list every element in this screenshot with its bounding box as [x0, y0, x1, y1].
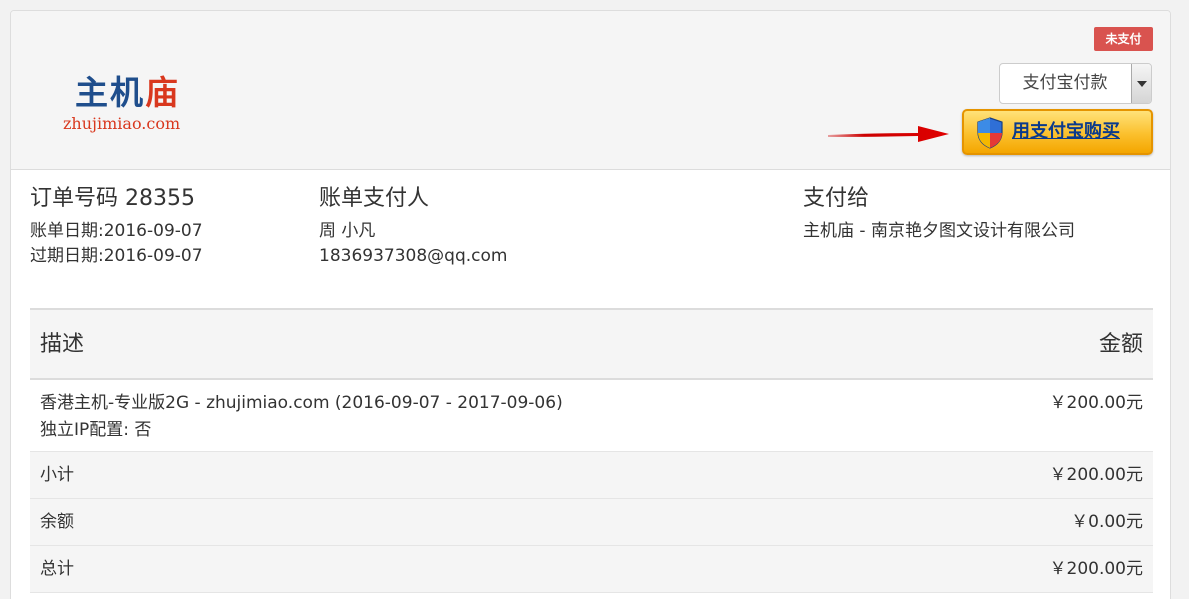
item-description: 香港主机-专业版2G - zhujimiao.com (2016-09-07 -…	[40, 393, 563, 413]
status-badge: 未支付	[1094, 27, 1153, 51]
due-date: 过期日期:2016-09-07	[30, 246, 203, 266]
logo-char-1: 主	[75, 73, 110, 112]
shield-icon	[977, 117, 1003, 149]
payer-info: 账单支付人 周 小凡 1836937308@qq.com	[319, 179, 507, 269]
logo-char-2: 机	[110, 73, 145, 112]
payer-title: 账单支付人	[319, 186, 430, 211]
payer-name: 周 小凡	[319, 221, 376, 241]
logo-domain: zhujimiao.com	[63, 114, 181, 133]
invoice-panel: 主机庙 zhujimiao.com 未支付 支付宝付款 用支付宝购买 订单号码 …	[10, 10, 1171, 599]
item-detail: 独立IP配置: 否	[40, 420, 152, 440]
invoice-items-table: 描述 金额 香港主机-专业版2G - zhujimiao.com (2016-0…	[30, 308, 1153, 593]
item-amount: ￥200.00元	[1049, 393, 1143, 413]
order-info: 订单号码 28355 账单日期:2016-09-07 过期日期:2016-09-…	[30, 179, 203, 269]
payment-method-value: 支付宝付款	[1022, 73, 1108, 93]
red-arrow-icon	[828, 126, 949, 142]
dropdown-arrow-icon[interactable]	[1131, 64, 1151, 103]
logo-char-3: 庙	[145, 73, 180, 112]
payer-email: 1836937308@qq.com	[319, 246, 508, 266]
invoice-date: 账单日期:2016-09-07	[30, 221, 203, 241]
order-number: 订单号码 28355	[30, 186, 195, 211]
total-label: 总计	[40, 559, 74, 579]
table-row: 香港主机-专业版2G - zhujimiao.com (2016-09-07 -…	[30, 380, 1153, 452]
invoice-header: 主机庙 zhujimiao.com 未支付 支付宝付款 用支付宝购买	[11, 11, 1170, 170]
subtotal-row: 小计 ￥200.00元	[30, 452, 1153, 499]
alipay-pay-button[interactable]: 用支付宝购买	[962, 109, 1153, 155]
subtotal-label: 小计	[40, 465, 74, 485]
column-amount: 金额	[1098, 332, 1143, 357]
credit-amount: ￥0.00元	[1071, 512, 1143, 532]
payee-name: 主机庙 - 南京艳夕图文设计有限公司	[803, 221, 1075, 241]
total-amount: ￥200.00元	[1049, 559, 1143, 579]
credit-row: 余额 ￥0.00元	[30, 499, 1153, 546]
payee-title: 支付给	[803, 186, 870, 211]
logo-chinese-text: 主机庙	[75, 73, 180, 113]
table-header: 描述 金额	[30, 310, 1153, 380]
site-logo[interactable]: 主机庙 zhujimiao.com	[63, 73, 203, 143]
credit-label: 余额	[40, 512, 74, 532]
total-row: 总计 ￥200.00元	[30, 546, 1153, 593]
payment-method-select[interactable]: 支付宝付款	[999, 63, 1152, 104]
column-description: 描述	[40, 332, 85, 357]
payee-info: 支付给 主机庙 - 南京艳夕图文设计有限公司	[803, 179, 1075, 244]
alipay-button-label: 用支付宝购买	[1012, 121, 1120, 142]
subtotal-amount: ￥200.00元	[1049, 465, 1143, 485]
